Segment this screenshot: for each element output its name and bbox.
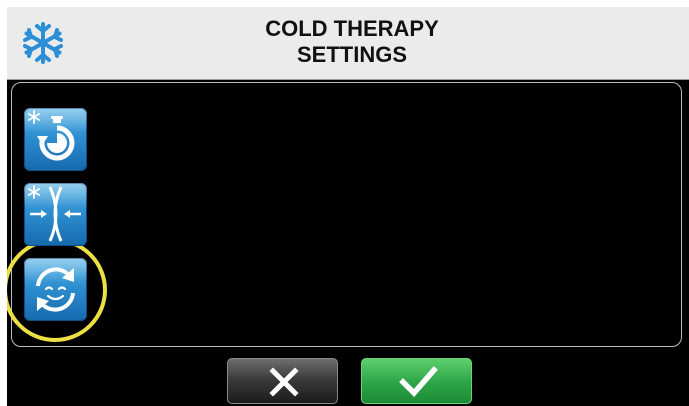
cold-cycle-button[interactable] — [24, 258, 87, 321]
cold-compression-icon — [27, 185, 81, 242]
cancel-button[interactable] — [227, 358, 338, 404]
cold-timer-icon — [27, 110, 75, 161]
title-line-1: COLD THERAPY — [265, 16, 439, 41]
checkmark-icon — [399, 366, 438, 398]
confirm-button[interactable] — [361, 358, 472, 404]
header-bar: COLD THERAPY SETTINGS — [7, 7, 689, 80]
x-icon — [269, 367, 299, 397]
cold-timer-button[interactable] — [24, 108, 87, 171]
settings-panel — [11, 82, 682, 347]
therapy-screen: COLD THERAPY SETTINGS — [7, 7, 689, 406]
cold-cycle-icon — [36, 267, 75, 312]
title-line-2: SETTINGS — [296, 42, 407, 67]
cold-compression-button[interactable] — [24, 183, 87, 246]
page-title: COLD THERAPY SETTINGS — [157, 16, 547, 68]
snowflake-icon — [23, 22, 63, 64]
